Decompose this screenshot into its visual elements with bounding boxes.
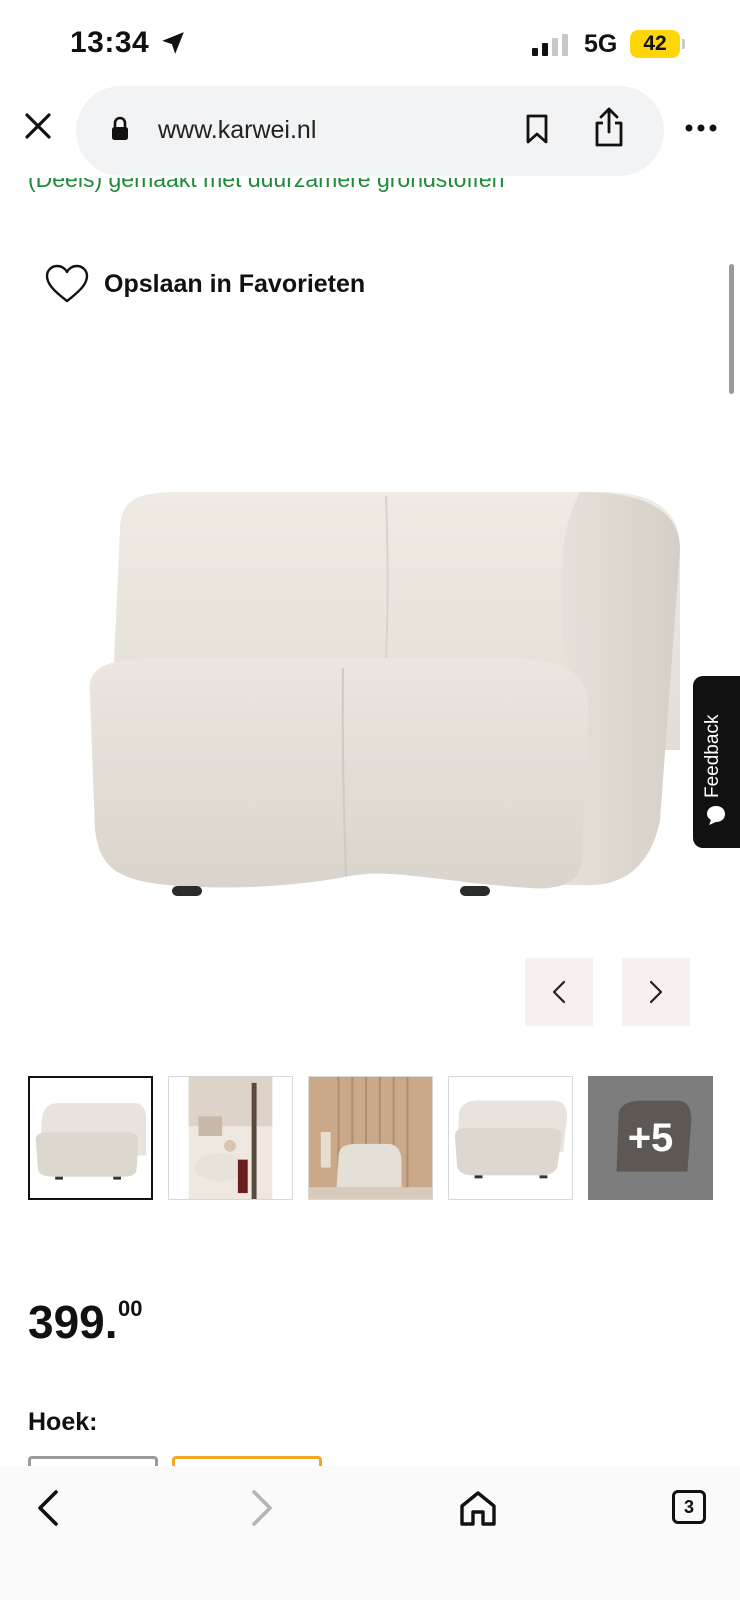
gallery-prev-button[interactable] (525, 958, 593, 1026)
lock-icon (112, 116, 128, 140)
thumbnail-3[interactable] (308, 1076, 433, 1200)
chair-thumbnail-image (35, 1103, 147, 1180)
chat-bubble-icon (707, 806, 725, 825)
home-icon[interactable] (454, 1484, 502, 1532)
share-icon[interactable] (592, 106, 626, 148)
close-icon[interactable] (22, 110, 54, 142)
feedback-label: Feedback (702, 714, 723, 798)
browser-toolbar: 3 (0, 1466, 740, 1600)
network-type: 5G (584, 30, 618, 58)
signal-icon (532, 34, 568, 56)
more-images-count: +5 (627, 1115, 674, 1160)
browser-header: www.karwei.nl (0, 86, 740, 178)
forward-icon[interactable] (238, 1484, 286, 1532)
product-image[interactable] (60, 490, 690, 920)
thumbnail-4[interactable] (448, 1076, 573, 1200)
thumbnail-more[interactable]: +5 (588, 1076, 713, 1200)
feedback-tab[interactable]: Feedback (693, 676, 740, 848)
room-scene-thumbnail-image (188, 1077, 273, 1199)
chevron-right-icon (649, 980, 663, 1004)
location-arrow-icon (162, 32, 184, 54)
status-time: 13:34 (70, 26, 150, 59)
address-bar[interactable]: www.karwei.nl (76, 86, 664, 176)
heart-icon (45, 264, 89, 303)
thumbnail-1[interactable] (28, 1076, 153, 1200)
chevron-left-icon (552, 980, 566, 1004)
wood-wall-thumbnail-image (309, 1077, 432, 1199)
price: 399. (28, 1296, 118, 1348)
chair-side-thumbnail-image (454, 1100, 568, 1179)
scrollbar[interactable] (729, 264, 734, 394)
status-bar: 13:34 5G 42 (0, 0, 740, 86)
save-favorite-button[interactable]: Opslaan in Favorieten (44, 264, 365, 304)
favorite-label: Opslaan in Favorieten (104, 269, 366, 298)
thumbnail-strip: +5 (28, 1076, 713, 1200)
battery-icon: 42 (630, 30, 685, 58)
price-cents: 00 (118, 1296, 143, 1321)
more-icon[interactable] (684, 122, 718, 134)
gallery-next-button[interactable] (622, 958, 690, 1026)
bookmark-icon[interactable] (524, 113, 550, 145)
url-text[interactable]: www.karwei.nl (158, 116, 316, 145)
corner-option-label: Hoek: (28, 1408, 98, 1436)
tabs-icon[interactable]: 3 (672, 1490, 706, 1524)
thumbnail-2[interactable] (168, 1076, 293, 1200)
back-icon[interactable] (24, 1484, 72, 1532)
